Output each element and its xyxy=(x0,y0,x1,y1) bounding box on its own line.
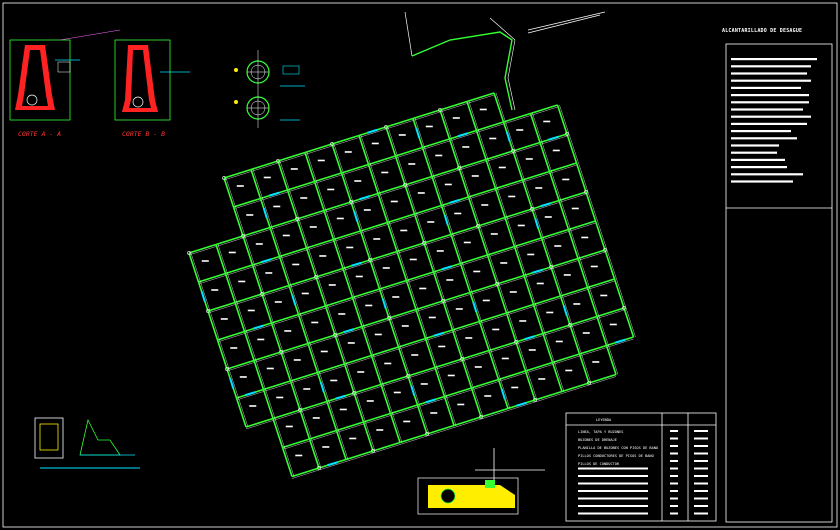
legend-row-3: PLANILLA DE BUZONES CON PISOS DE BANO xyxy=(578,446,658,450)
section-b-detail: CORTE B - B xyxy=(114,39,190,138)
section-a-label: CORTE A - A xyxy=(18,130,61,138)
title-block-notes xyxy=(731,58,817,183)
legend-title: LEYENDA xyxy=(596,418,612,422)
legend-row-2: BUZONES DE DRENAJE xyxy=(578,438,617,442)
legend-row-4: PILLOS CONDUCTORES DE PISOS DE BANO xyxy=(578,454,654,458)
cad-drawing-canvas[interactable]: ALCANTARILLADO DE DESAGUE CORTE A - A CO… xyxy=(0,0,840,530)
trench-profile-detail xyxy=(417,448,545,515)
inlet-box-detail xyxy=(34,417,140,469)
legend-row-5: PILLOS DE CONDUCTOR xyxy=(578,462,620,466)
title-block-heading: ALCANTARILLADO DE DESAGUE xyxy=(722,28,802,34)
sewer-network-grid[interactable] xyxy=(187,92,636,479)
title-block: ALCANTARILLADO DE DESAGUE xyxy=(722,28,833,523)
feeder-main-line xyxy=(404,11,606,111)
joint-plan-detail xyxy=(234,50,305,128)
section-a-detail: CORTE A - A xyxy=(9,29,121,138)
section-b-label: CORTE B - B xyxy=(122,130,165,138)
legend-row-1: LINEA, TAPA Y BUZONES xyxy=(578,430,623,434)
legend-table: LEYENDA LINEA, TAPA Y BUZONES BUZONES DE… xyxy=(565,412,717,522)
